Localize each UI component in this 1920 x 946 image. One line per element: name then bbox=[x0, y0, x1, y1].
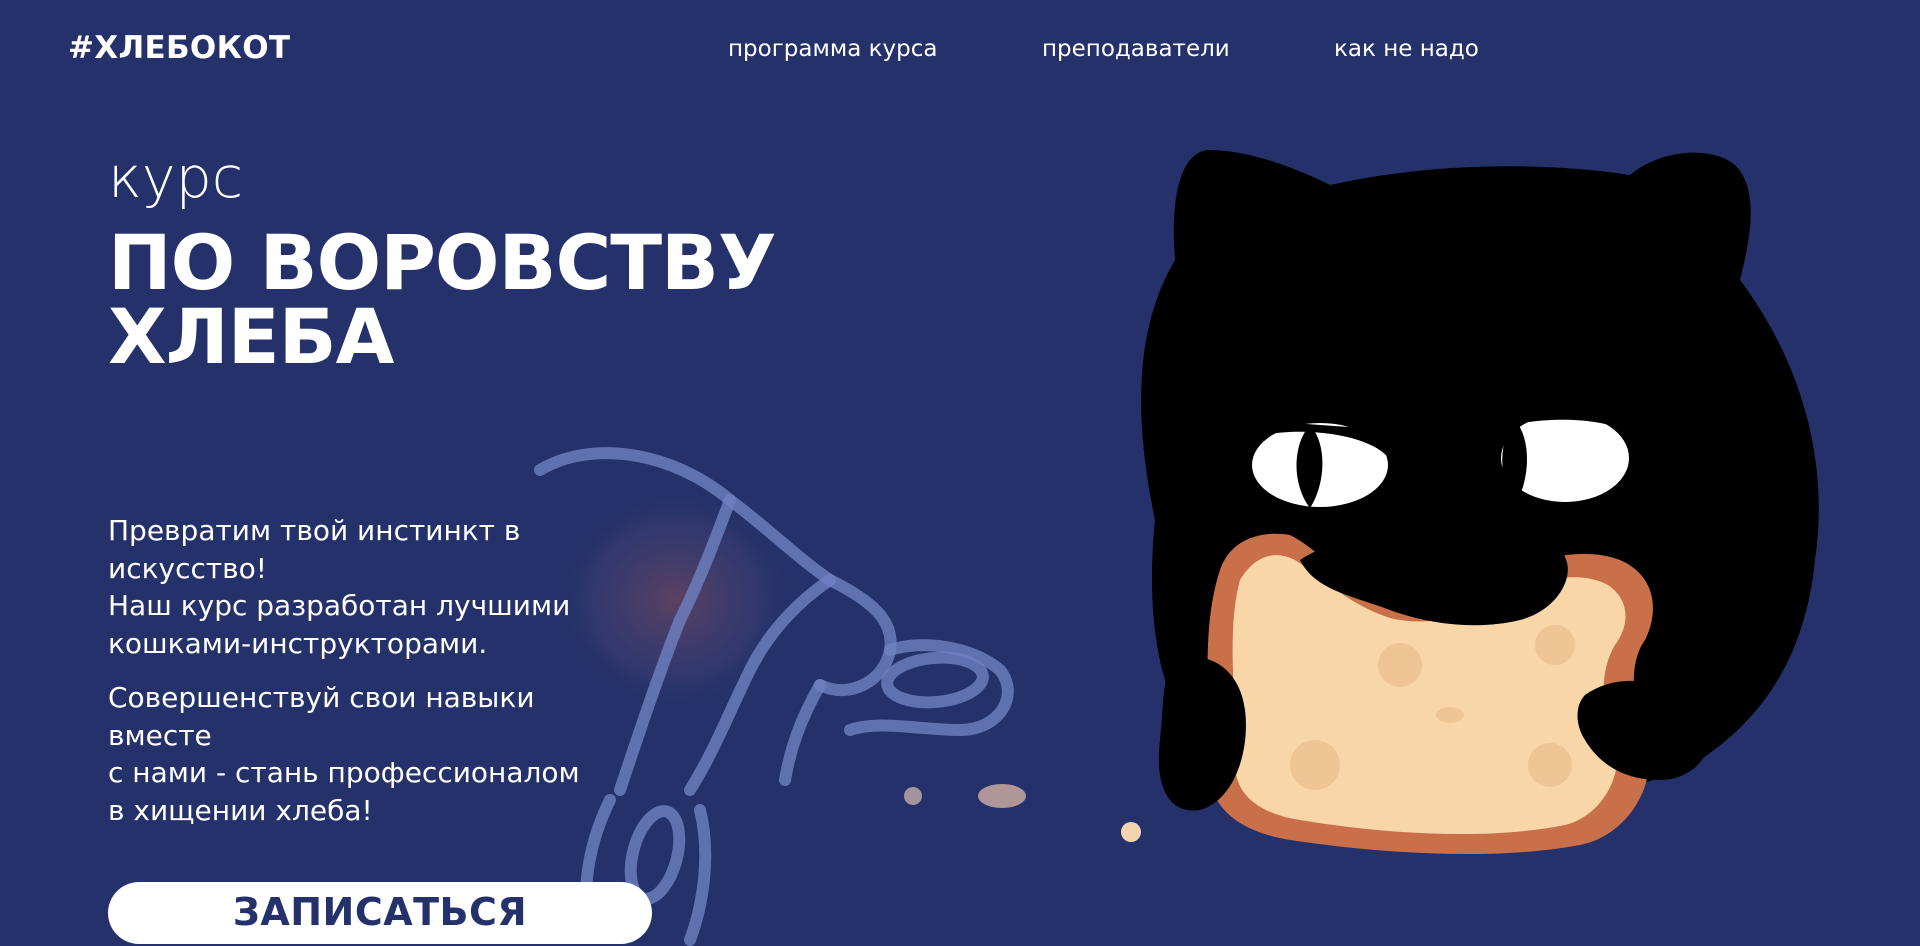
nav-link-program[interactable]: программа курса bbox=[728, 36, 937, 62]
hero-title-line-1: ПО ВОРОВСТВУ bbox=[108, 218, 777, 307]
site-logo[interactable]: #ХЛЕБОКОТ bbox=[68, 30, 290, 66]
landing-page: #ХЛЕБОКОТ программа курса преподаватели … bbox=[0, 0, 1920, 946]
description-line: Наш курс разработан лучшими bbox=[108, 589, 571, 622]
hero-kicker: курс bbox=[108, 145, 244, 211]
hero-description-1: Превратим твой инстинкт в искусство! Наш… bbox=[108, 512, 668, 662]
description-line: Совершенствуй свои навыки bbox=[108, 681, 535, 714]
description-line: вместе bbox=[108, 718, 212, 752]
description-line: искусство! bbox=[108, 551, 268, 585]
description-line: Превратим твой инстинкт в bbox=[108, 514, 521, 547]
hero-description-2: Совершенствуй свои навыки вместе с нами … bbox=[108, 679, 668, 829]
hero-title-line-2: ХЛЕБА bbox=[108, 292, 394, 381]
enroll-button[interactable]: ЗАПИСАТЬСЯ bbox=[108, 882, 652, 944]
description-line: кошками-инструкторами. bbox=[108, 626, 488, 660]
nav-link-teachers[interactable]: преподаватели bbox=[1042, 36, 1230, 62]
description-line: с нами - стань профессионалом bbox=[108, 756, 580, 789]
description-line: в хищении хлеба! bbox=[108, 793, 373, 827]
nav-link-how-not-to[interactable]: как не надо bbox=[1334, 36, 1479, 62]
hero-title: ПО ВОРОВСТВУ ХЛЕБА bbox=[108, 218, 868, 381]
cat-with-bread-illustration bbox=[1121, 150, 1819, 855]
